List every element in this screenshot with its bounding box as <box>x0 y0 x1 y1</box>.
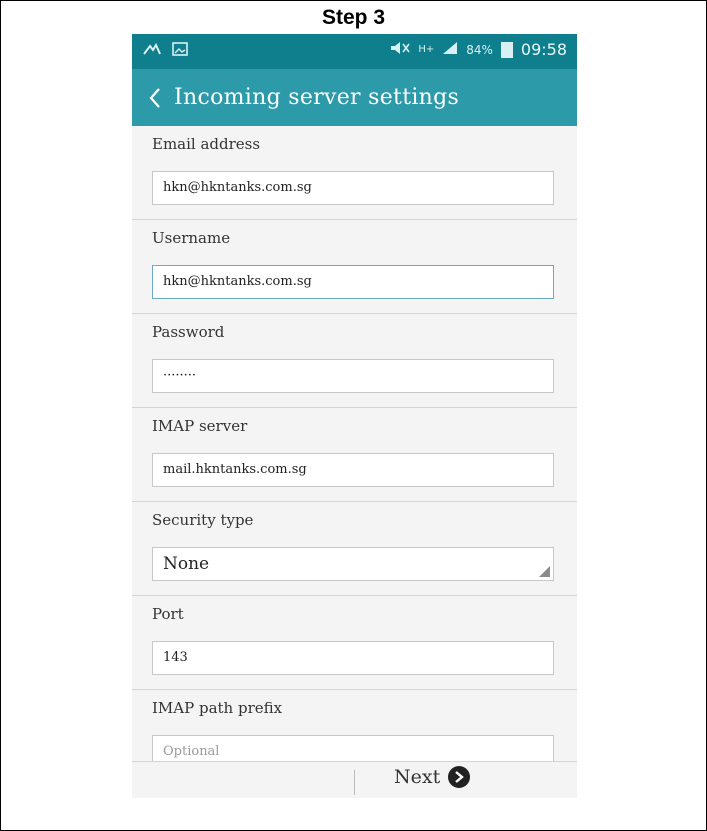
email-address-field[interactable]: hkn@hkntanks.com.sg <box>152 171 554 205</box>
username-field[interactable]: hkn@hkntanks.com.sg <box>152 265 554 299</box>
signal-icon <box>442 41 458 58</box>
password-label: Password <box>152 323 225 341</box>
bottom-bar: Next <box>132 761 577 798</box>
username-label: Username <box>152 229 231 247</box>
action-bar: Incoming server settings <box>132 69 577 126</box>
email-address-label: Email address <box>152 135 261 153</box>
security-type-dropdown[interactable]: None <box>152 547 554 581</box>
step-title: Step 3 <box>321 6 386 29</box>
battery-percent: 84% <box>466 42 493 57</box>
email-address-section: Email address hkn@hkntanks.com.sg <box>132 126 577 220</box>
phone-screen: H+ 84% 09:58 Incoming server settings Em… <box>132 34 577 798</box>
image-notification-icon <box>172 42 188 59</box>
next-button[interactable]: Next <box>394 766 471 788</box>
page-title: Incoming server settings <box>174 85 460 110</box>
dropdown-arrow-icon <box>539 566 550 577</box>
next-label: Next <box>394 766 441 788</box>
imap-server-section: IMAP server mail.hkntanks.com.sg <box>132 408 577 502</box>
network-type-label: H+ <box>418 44 435 55</box>
imap-path-prefix-label: IMAP path prefix <box>152 699 283 717</box>
imap-server-label: IMAP server <box>152 417 248 435</box>
password-section: Password ········ <box>132 314 577 408</box>
imap-server-field[interactable]: mail.hkntanks.com.sg <box>152 453 554 487</box>
back-arrow-icon[interactable] <box>140 83 170 113</box>
port-section: Port 143 <box>132 596 577 690</box>
mute-icon <box>390 41 410 58</box>
port-field[interactable]: 143 <box>152 641 554 675</box>
battery-icon <box>500 41 513 58</box>
security-type-value: None <box>163 554 210 574</box>
server-settings-form: Email address hkn@hkntanks.com.sg Userna… <box>132 126 577 783</box>
security-type-section: Security type None <box>132 502 577 596</box>
security-type-label: Security type <box>152 511 254 529</box>
status-bar: H+ 84% 09:58 <box>132 34 577 69</box>
chevron-right-icon <box>448 766 471 788</box>
bottom-bar-divider <box>354 770 355 795</box>
username-section: Username hkn@hkntanks.com.sg <box>132 220 577 314</box>
password-field[interactable]: ········ <box>152 359 554 393</box>
port-label: Port <box>152 605 184 623</box>
notification-icon <box>142 41 162 60</box>
clock: 09:58 <box>520 40 567 59</box>
